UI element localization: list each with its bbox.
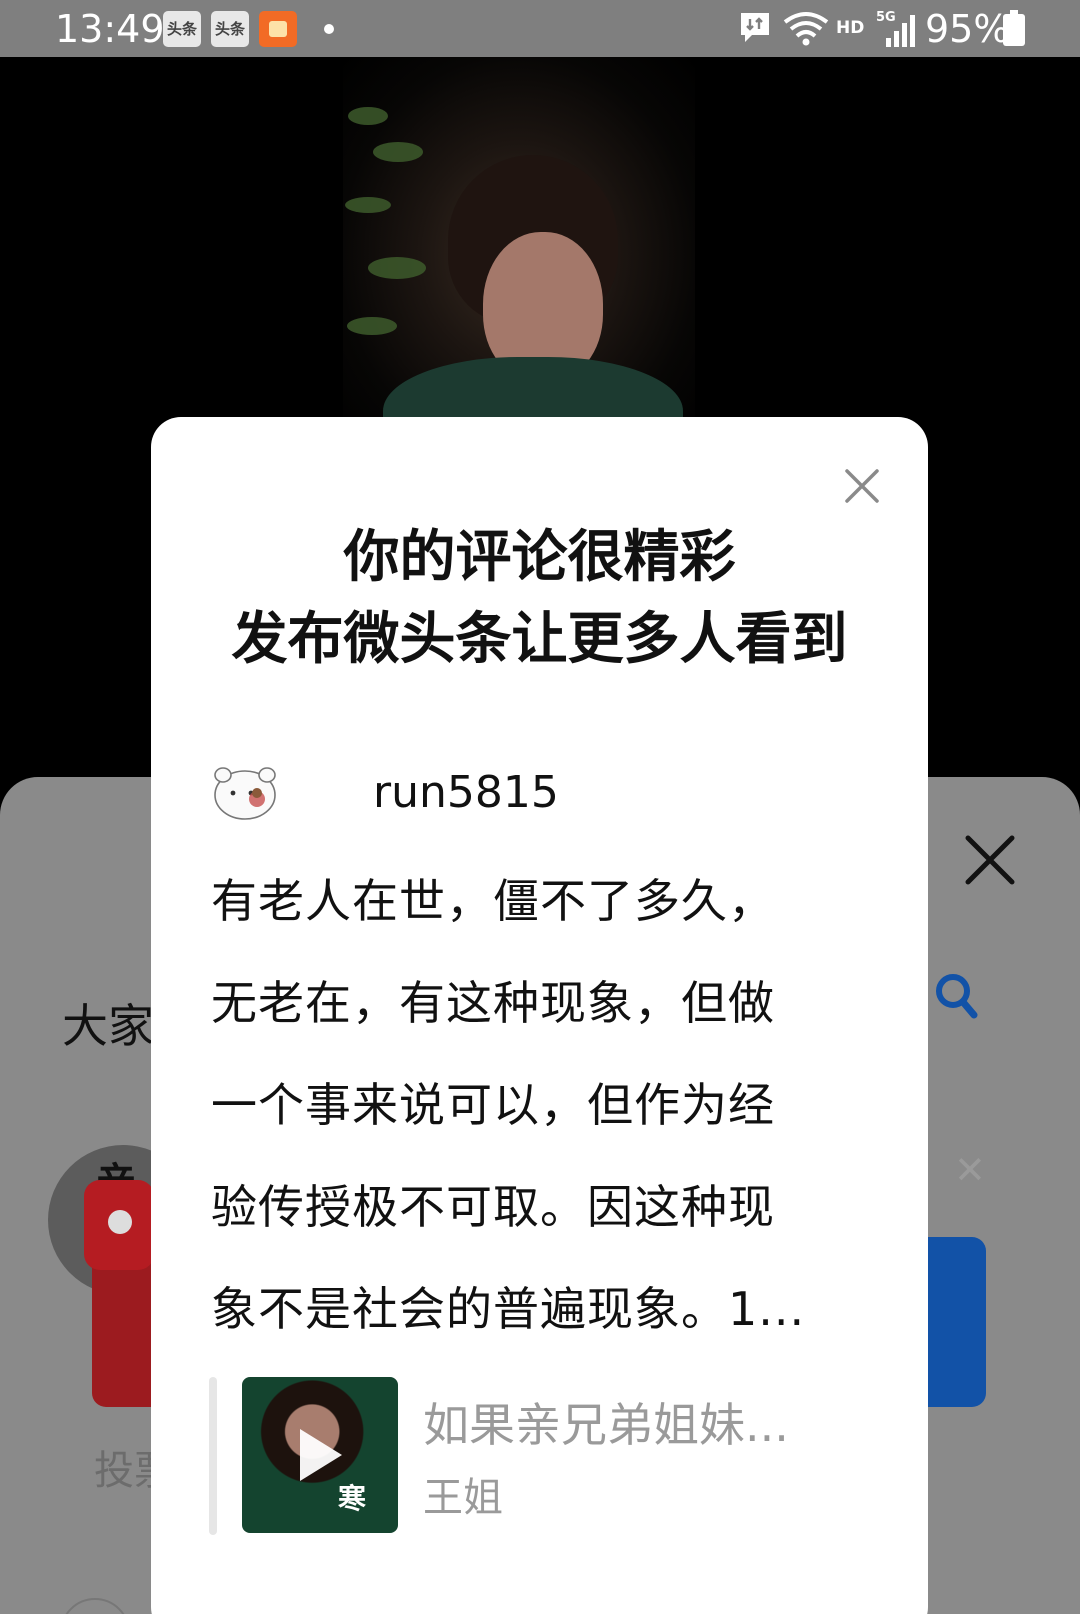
- status-time: 13:49: [55, 7, 165, 51]
- comment-line: 有老人在世，僵不了多久，: [211, 874, 775, 928]
- video-thumbnail[interactable]: 寒: [242, 1377, 398, 1533]
- leaf-decor: [373, 142, 423, 162]
- wifi-icon: [783, 12, 829, 46]
- leaf-decor: [347, 317, 397, 335]
- status-bar: 13:49 头条 头条 HD 5G 95%: [0, 0, 1080, 57]
- toutiao-app-icon: 头条: [163, 11, 201, 47]
- network-hd-label: HD: [836, 18, 865, 38]
- dialog-title-line1: 你的评论很精彩: [343, 525, 736, 590]
- close-icon[interactable]: [841, 465, 883, 507]
- quoted-video-card[interactable]: 寒 如果亲兄弟姐妹... 王姐: [209, 1377, 869, 1535]
- publish-prompt-dialog: 你的评论很精彩 发布微头条让更多人看到 run5815 有老人在世，僵不了多久，…: [151, 417, 928, 1614]
- close-icon[interactable]: ✕: [954, 1148, 986, 1192]
- red-panel: [92, 1260, 152, 1407]
- comment-text: 有老人在世，僵不了多久， 无老在，有这种现象，但做 一个事来说可以，但作为经 验…: [211, 850, 851, 1360]
- leaf-decor: [345, 197, 391, 213]
- comment-line: 象不是社会的普遍现象。1...: [211, 1282, 806, 1336]
- leaf-decor: [348, 107, 388, 125]
- message-icon: [741, 13, 769, 42]
- quoted-video-title: 如果亲兄弟姐妹...: [423, 1398, 789, 1452]
- video-frame: [343, 57, 695, 417]
- thumbnail-caption: 寒: [338, 1482, 367, 1515]
- user-avatar[interactable]: [209, 761, 287, 823]
- dialog-title: 你的评论很精彩 发布微头条让更多人看到: [151, 517, 928, 681]
- video-person-body: [383, 357, 683, 417]
- red-packet-app-icon: [259, 11, 297, 47]
- quoted-video-author: 王姐: [423, 1475, 503, 1521]
- leaf-decor: [368, 257, 426, 279]
- username[interactable]: run5815: [373, 763, 559, 823]
- toutiao-app-icon-2: 头条: [211, 11, 249, 47]
- play-icon: [300, 1429, 342, 1481]
- battery-percent: 95%: [925, 7, 1010, 51]
- signal-icon: [886, 15, 915, 47]
- quote-bar: [209, 1377, 217, 1535]
- red-packet-icon[interactable]: [84, 1180, 154, 1270]
- comment-sheet-title: 大家: [62, 999, 154, 1053]
- comment-line: 无老在，有这种现象，但做: [211, 976, 775, 1030]
- comment-line: 验传授极不可取。因这种现: [211, 1180, 775, 1234]
- battery-icon: [1003, 10, 1025, 46]
- search-icon[interactable]: [934, 972, 980, 1022]
- notification-dot-icon: [324, 24, 334, 34]
- comment-line: 一个事来说可以，但作为经: [211, 1078, 775, 1132]
- close-icon[interactable]: [960, 830, 1020, 890]
- dialog-title-line2: 发布微头条让更多人看到: [231, 607, 848, 672]
